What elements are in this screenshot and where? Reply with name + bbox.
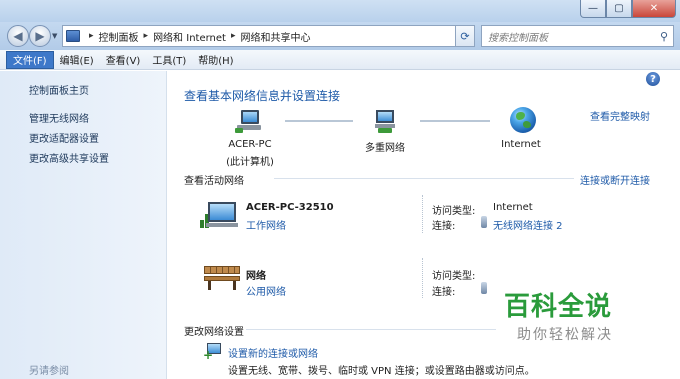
breadcrumb-network-internet[interactable]: 网络和 Internet: [153, 29, 226, 44]
divider: [422, 195, 423, 233]
minimize-button[interactable]: —: [580, 0, 606, 18]
see-also-heading: 另请参阅: [29, 366, 69, 377]
internet-globe-icon: [510, 107, 536, 133]
sidebar-item-control-panel-home[interactable]: 控制面板主页: [29, 82, 89, 97]
address-row: ◀ ▶ ▼ ▸ 控制面板 ▸ 网络和 Internet ▸ 网络和共享中心 ▼ …: [0, 22, 680, 50]
sidebar-item-manage-wireless[interactable]: 管理无线网络: [29, 110, 89, 125]
sidebar-item-change-adapter[interactable]: 更改适配器设置: [29, 130, 99, 145]
view-full-map-link[interactable]: 查看完整映射: [590, 108, 650, 123]
multiple-networks-label: 多重网络: [365, 143, 405, 154]
map-connection-line: [285, 120, 353, 122]
setup-description: 设置无线、宽带、拨号、临时或 VPN 连接；或设置路由器或访问点。: [228, 366, 535, 377]
connection-label: 连接:: [432, 221, 456, 232]
wireless-signal-icon: [481, 216, 487, 228]
maximize-button[interactable]: ▢: [606, 0, 632, 18]
change-settings-heading: 更改网络设置: [184, 327, 244, 338]
active-networks-heading: 查看活动网络: [184, 176, 244, 187]
work-network-icon: [200, 198, 240, 228]
breadcrumb-separator-icon[interactable]: ▸: [231, 31, 236, 41]
menu-edit[interactable]: 编辑(E): [54, 51, 100, 69]
watermark-title: 百科全说: [504, 292, 613, 322]
forward-button[interactable]: ▶: [29, 25, 51, 47]
address-bar[interactable]: ▸ 控制面板 ▸ 网络和 Internet ▸ 网络和共享中心 ▼: [62, 25, 475, 47]
section-divider: [246, 329, 496, 330]
back-button[interactable]: ◀: [7, 25, 29, 47]
breadcrumb-network-sharing-center[interactable]: 网络和共享中心: [240, 29, 310, 44]
connection-label: 连接:: [432, 287, 456, 298]
menu-file[interactable]: 文件(F): [6, 50, 54, 69]
menu-view[interactable]: 查看(V): [100, 51, 147, 69]
search-icon[interactable]: ⚲: [660, 30, 668, 43]
refresh-button[interactable]: ⟳: [455, 25, 475, 47]
control-panel-icon: [66, 30, 80, 42]
help-icon[interactable]: ?: [646, 72, 660, 86]
sidebar: 控制面板主页 管理无线网络 更改适配器设置 更改高级共享设置 另请参阅: [0, 71, 167, 379]
multiple-networks-icon: [372, 110, 398, 134]
page-title: 查看基本网络信息并设置连接: [184, 89, 341, 103]
breadcrumb-separator-icon[interactable]: ▸: [89, 31, 94, 41]
connection-icon: [481, 282, 487, 294]
internet-label: Internet: [501, 139, 541, 150]
pc-this-computer-label: (此计算机): [226, 157, 274, 168]
pc-name-label: ACER-PC: [228, 139, 272, 150]
network-type-link[interactable]: 公用网络: [246, 283, 286, 298]
access-type-label: 访问类型:: [432, 206, 476, 217]
wireless-connection-link[interactable]: 无线网络连接 2: [493, 217, 563, 232]
network-name: 网络: [246, 271, 266, 282]
network-name: ACER-PC-32510: [246, 202, 334, 213]
search-placeholder: 搜索控制面板: [488, 32, 548, 44]
computer-icon: [235, 110, 263, 133]
divider: [422, 258, 423, 298]
title-bar: — ▢ ✕: [0, 0, 680, 22]
watermark-subtitle: 助你轻松解决: [517, 327, 613, 343]
menu-tools[interactable]: 工具(T): [146, 51, 192, 69]
section-divider: [274, 178, 574, 179]
sidebar-item-advanced-sharing[interactable]: 更改高级共享设置: [29, 150, 109, 165]
close-button[interactable]: ✕: [632, 0, 676, 18]
access-type-value: Internet: [493, 202, 533, 213]
connect-disconnect-link[interactable]: 连接或断开连接: [580, 172, 650, 187]
breadcrumb-separator-icon[interactable]: ▸: [144, 31, 149, 41]
access-type-label: 访问类型:: [432, 271, 476, 282]
menu-bar: 文件(F) 编辑(E) 查看(V) 工具(T) 帮助(H): [0, 50, 680, 70]
search-input[interactable]: 搜索控制面板 ⚲: [481, 25, 674, 47]
recent-pages-dropdown[interactable]: ▼: [52, 32, 57, 40]
new-connection-icon: +: [203, 343, 223, 361]
network-type-link[interactable]: 工作网络: [246, 217, 286, 232]
window-controls: — ▢ ✕: [580, 0, 676, 18]
public-network-bench-icon: [202, 264, 242, 292]
breadcrumb-control-panel[interactable]: 控制面板: [99, 29, 139, 44]
menu-help[interactable]: 帮助(H): [192, 51, 239, 69]
setup-new-connection-link[interactable]: 设置新的连接或网络: [228, 345, 318, 360]
map-connection-line: [420, 120, 490, 122]
